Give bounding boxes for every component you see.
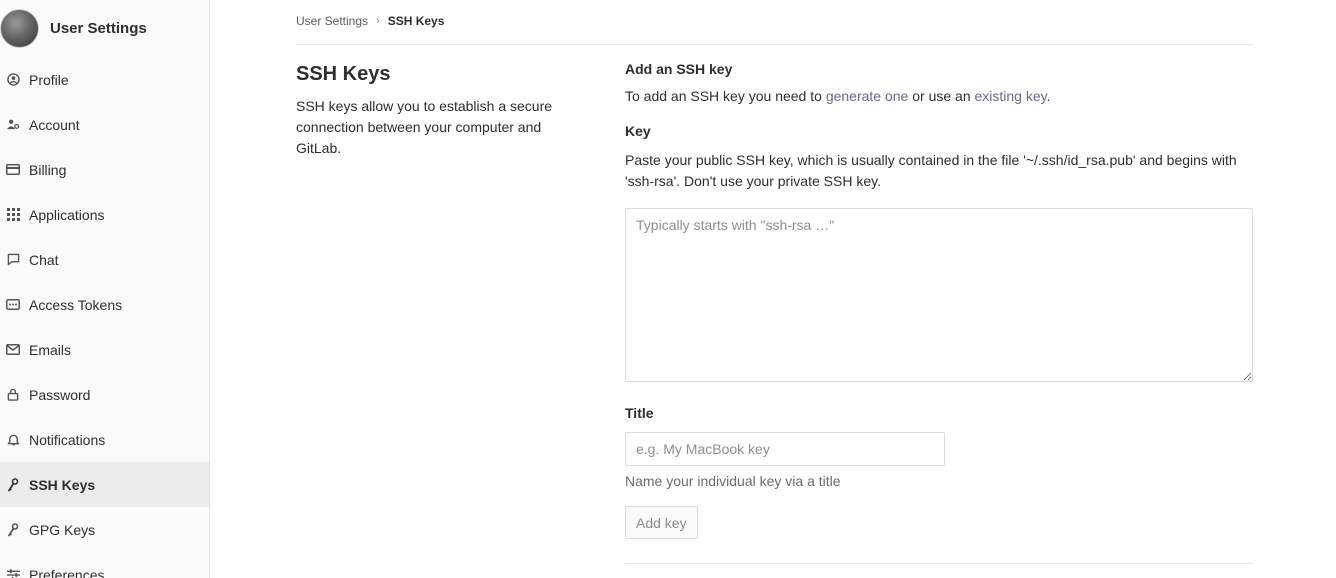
sidebar-item-preferences[interactable]: Preferences xyxy=(0,552,209,578)
sidebar-item-access-tokens[interactable]: Access Tokens xyxy=(0,282,209,327)
sidebar-item-notifications[interactable]: Notifications xyxy=(0,417,209,462)
generate-one-link[interactable]: generate one xyxy=(826,88,909,104)
title-help-text: Name your individual key via a title xyxy=(625,473,841,489)
form-intro: To add an SSH key you need to generate o… xyxy=(625,88,1253,104)
intro-text-suffix: . xyxy=(1046,88,1051,104)
sidebar-item-profile[interactable]: Profile xyxy=(0,57,209,102)
main-content: User Settings › SSH Keys SSH Keys SSH ke… xyxy=(210,0,1336,578)
sidebar-item-label: Account xyxy=(29,116,80,133)
existing-key-link[interactable]: existing key xyxy=(975,88,1047,104)
sidebar-item-label: Password xyxy=(29,386,91,403)
sidebar-header[interactable]: User Settings xyxy=(0,6,209,50)
intro-text-middle: or use an xyxy=(908,88,975,104)
key-label: Key xyxy=(625,123,651,139)
form-bottom-divider xyxy=(625,563,1253,564)
chat-icon xyxy=(6,253,20,267)
form-section-title: Add an SSH key xyxy=(625,61,733,77)
avatar[interactable] xyxy=(0,8,39,48)
sidebar-item-billing[interactable]: Billing xyxy=(0,147,209,192)
sidebar-item-label: SSH Keys xyxy=(29,476,96,493)
breadcrumb-current[interactable]: SSH Keys xyxy=(388,14,445,28)
emails-icon xyxy=(6,343,20,357)
ssh-key-icon xyxy=(6,477,20,492)
sidebar-item-label: Preferences xyxy=(29,566,105,578)
sidebar-item-label: Chat xyxy=(29,251,59,268)
page-title: SSH Keys xyxy=(296,63,391,85)
sidebar-item-gpg-keys[interactable]: GPG Keys xyxy=(0,507,209,552)
add-ssh-key-form: Add an SSH key To add an SSH key you nee… xyxy=(625,60,1253,539)
title-input[interactable] xyxy=(625,432,945,466)
sidebar-nav: Profile Account Billing Applications Cha… xyxy=(0,57,209,578)
preferences-icon xyxy=(6,568,20,578)
page-info: SSH Keys SSH keys allow you to establish… xyxy=(296,60,586,159)
sidebar-item-label: Applications xyxy=(29,206,105,223)
title-label: Title xyxy=(625,405,654,421)
sidebar-title[interactable]: User Settings xyxy=(50,20,147,37)
sidebar-item-label: GPG Keys xyxy=(29,521,96,538)
access-tokens-icon xyxy=(6,298,20,312)
applications-icon xyxy=(6,208,20,222)
key-help-text: Paste your public SSH key, which is usua… xyxy=(625,152,1237,189)
sidebar-item-chat[interactable]: Chat xyxy=(0,237,209,282)
add-key-button[interactable]: Add key xyxy=(625,506,698,539)
sidebar-item-label: Profile xyxy=(29,71,69,88)
breadcrumb-separator: › xyxy=(376,15,380,27)
sidebar-item-emails[interactable]: Emails xyxy=(0,327,209,372)
breadcrumb: User Settings › SSH Keys xyxy=(296,12,444,30)
sidebar-item-label: Billing xyxy=(29,161,67,178)
sidebar-item-account[interactable]: Account xyxy=(0,102,209,147)
key-textarea[interactable] xyxy=(625,208,1253,382)
app-root: User Settings Profile Account Billing Ap… xyxy=(0,0,1336,578)
gpg-key-icon xyxy=(6,522,20,537)
sidebar-item-applications[interactable]: Applications xyxy=(0,192,209,237)
sidebar-item-label: Notifications xyxy=(29,431,106,448)
breadcrumb-parent-link[interactable]: User Settings xyxy=(296,14,368,28)
billing-icon xyxy=(6,163,20,177)
sidebar-item-label: Access Tokens xyxy=(29,296,123,313)
header-divider xyxy=(296,44,1253,45)
intro-text-prefix: To add an SSH key you need to xyxy=(625,88,826,104)
password-icon xyxy=(6,388,20,402)
sidebar-item-ssh-keys[interactable]: SSH Keys xyxy=(0,462,209,507)
sidebar: User Settings Profile Account Billing Ap… xyxy=(0,0,210,578)
notifications-icon xyxy=(6,433,20,447)
page-description: SSH keys allow you to establish a secure… xyxy=(296,98,553,156)
account-icon xyxy=(6,118,20,132)
sidebar-item-label: Emails xyxy=(29,341,72,358)
profile-icon xyxy=(6,73,20,87)
sidebar-item-password[interactable]: Password xyxy=(0,372,209,417)
